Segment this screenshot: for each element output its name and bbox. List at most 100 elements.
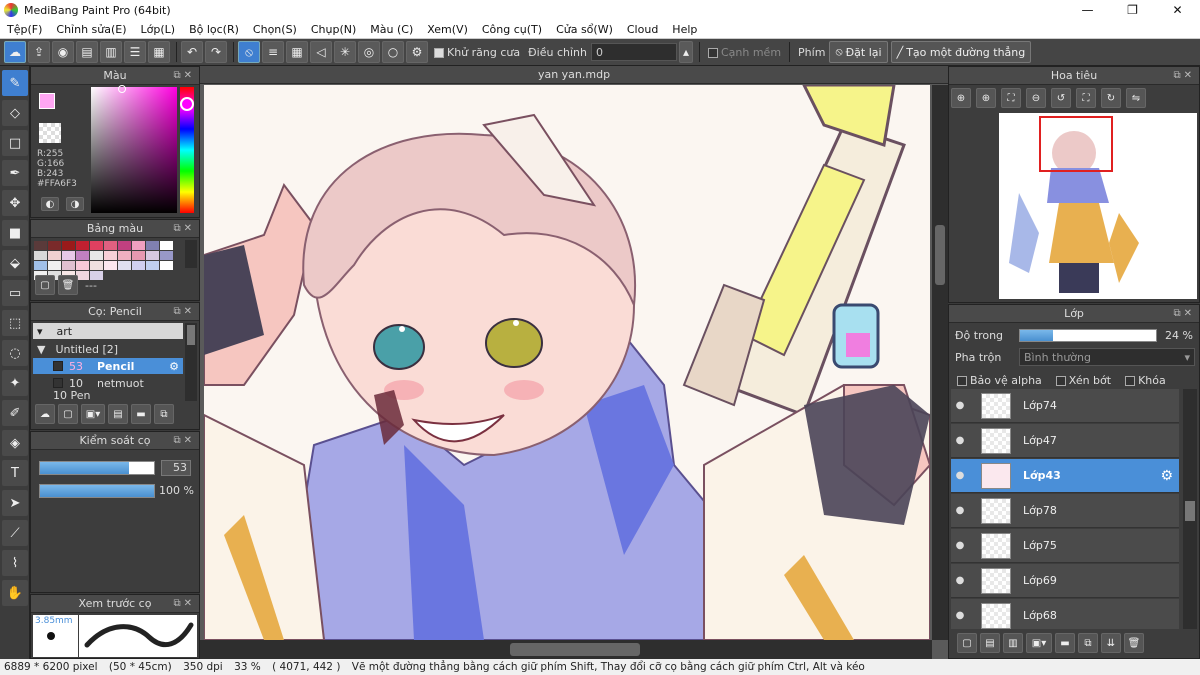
layer-row[interactable]: ● Lớp68 bbox=[951, 599, 1179, 629]
add-layer-menu-icon[interactable]: ▣▾ bbox=[1026, 633, 1052, 653]
grid-snap-icon[interactable]: ▦ bbox=[286, 41, 308, 63]
circle-snap-icon[interactable]: ◎ bbox=[358, 41, 380, 63]
foreground-color-swatch[interactable] bbox=[39, 93, 55, 109]
clip-checkbox[interactable] bbox=[1055, 376, 1066, 386]
panel-popout-icon[interactable]: ⧉✕ bbox=[173, 432, 195, 450]
palette-swatch[interactable] bbox=[118, 251, 131, 260]
operation-tool-icon[interactable]: ➤ bbox=[2, 490, 28, 516]
menu-help[interactable]: Help bbox=[665, 23, 704, 36]
cloud-icon[interactable]: ☁ bbox=[4, 41, 26, 63]
brush-group-untitled[interactable]: ▼ Untitled [2] bbox=[33, 341, 183, 357]
move-tool-icon[interactable]: ✥ bbox=[2, 190, 28, 216]
panel-popout-icon[interactable]: ⧉✕ bbox=[173, 303, 195, 321]
close-button[interactable]: ✕ bbox=[1155, 0, 1200, 20]
brush-item-netmuot[interactable]: 10 netmuot bbox=[33, 375, 183, 391]
new-palette-icon[interactable]: ▢ bbox=[35, 275, 55, 295]
palette-swatch[interactable] bbox=[90, 261, 103, 270]
layer-opacity-slider[interactable] bbox=[1019, 329, 1157, 342]
fit-window-icon[interactable]: ⛶ bbox=[1076, 88, 1096, 108]
palette-swatch[interactable] bbox=[62, 241, 75, 250]
hand-tool-icon[interactable]: ✋ bbox=[2, 580, 28, 606]
palette-swatch[interactable] bbox=[76, 241, 89, 250]
menu-color[interactable]: Màu (C) bbox=[363, 23, 420, 36]
duplicate-layer-icon[interactable]: ⧉ bbox=[1078, 633, 1098, 653]
menu-view[interactable]: Xem(V) bbox=[420, 23, 475, 36]
palette-swatch[interactable] bbox=[76, 251, 89, 260]
zoom-in-icon[interactable]: ⊕ bbox=[976, 88, 996, 108]
zoom-out-icon[interactable]: ⊖ bbox=[1026, 88, 1046, 108]
visibility-icon[interactable]: ● bbox=[951, 610, 969, 621]
protect-alpha-checkbox[interactable] bbox=[957, 376, 967, 386]
snap-off-icon[interactable]: ⦸ bbox=[238, 41, 260, 63]
menu-layer[interactable]: Lớp(L) bbox=[134, 23, 183, 36]
brush-group-art[interactable]: ▾ art bbox=[33, 323, 183, 339]
canvas-horizontal-scrollbar[interactable] bbox=[200, 640, 932, 659]
color-add-icon[interactable]: ◑ bbox=[66, 197, 84, 211]
palette-swatch[interactable] bbox=[146, 241, 159, 250]
layer-row[interactable]: ● Lớp78 bbox=[951, 494, 1179, 528]
palette-swatch[interactable] bbox=[90, 251, 103, 260]
grid-icon[interactable]: ▦ bbox=[148, 41, 170, 63]
select-eraser-tool-icon[interactable]: ◈ bbox=[2, 430, 28, 456]
select-pen-tool-icon[interactable]: ✐ bbox=[2, 400, 28, 426]
size-slider[interactable] bbox=[39, 461, 155, 475]
gear-icon[interactable]: ⚙ bbox=[169, 360, 179, 373]
palette-swatch[interactable] bbox=[62, 251, 75, 260]
dot-tool-icon[interactable]: □ bbox=[2, 130, 28, 156]
folder-icon[interactable]: ▬ bbox=[1055, 633, 1075, 653]
delete-palette-icon[interactable]: 🗑 bbox=[58, 275, 78, 295]
brush-item-partial[interactable]: 10 Pen bbox=[33, 391, 183, 399]
palette-swatch[interactable] bbox=[76, 261, 89, 270]
opacity-slider[interactable] bbox=[39, 484, 155, 498]
new-layer-icon[interactable]: ▢ bbox=[957, 633, 977, 653]
palette-swatch[interactable] bbox=[62, 261, 75, 270]
visibility-icon[interactable]: ● bbox=[951, 400, 969, 411]
brush-item-pencil[interactable]: 53 Pencil ⚙ bbox=[33, 358, 183, 374]
gear-icon[interactable]: ⚙ bbox=[1160, 468, 1173, 484]
cloud-brush-icon[interactable]: ☁ bbox=[35, 404, 55, 424]
spin-up-icon[interactable]: ▴ bbox=[678, 41, 693, 63]
visibility-icon[interactable]: ● bbox=[951, 575, 969, 586]
palette-swatch[interactable] bbox=[34, 261, 47, 270]
palette-swatch[interactable] bbox=[48, 261, 61, 270]
palette-swatch[interactable] bbox=[48, 251, 61, 260]
panel-popout-icon[interactable]: ⧉✕ bbox=[1173, 67, 1195, 85]
delete-layer-icon[interactable]: 🗑 bbox=[1124, 633, 1144, 653]
layer-scrollbar[interactable] bbox=[1183, 389, 1197, 629]
visibility-icon[interactable]: ● bbox=[951, 540, 969, 551]
lock-checkbox[interactable] bbox=[1125, 376, 1136, 386]
blend-mode-select[interactable]: Bình thường ▾ bbox=[1019, 348, 1195, 366]
palette-swatch[interactable] bbox=[118, 241, 131, 250]
soften-checkbox[interactable] bbox=[707, 47, 718, 58]
menu-file[interactable]: Tệp(F) bbox=[0, 23, 49, 36]
new-halftone-layer-icon[interactable]: ▤ bbox=[980, 633, 1000, 653]
visibility-icon[interactable]: ● bbox=[951, 470, 969, 481]
canvas-vertical-scrollbar[interactable] bbox=[932, 85, 948, 640]
menu-select[interactable]: Chọn(S) bbox=[246, 23, 304, 36]
radial-snap-icon[interactable]: ✳ bbox=[334, 41, 356, 63]
palette-swatch[interactable] bbox=[160, 251, 173, 260]
color-picker-cursor[interactable] bbox=[118, 85, 126, 93]
divide-tool-icon[interactable]: ⟋ bbox=[2, 520, 28, 546]
maximize-button[interactable]: ❐ bbox=[1110, 0, 1155, 20]
artwork-canvas[interactable] bbox=[204, 85, 930, 640]
layer-row[interactable]: ● Lớp74 bbox=[951, 389, 1179, 423]
menu-cloud[interactable]: Cloud bbox=[620, 23, 665, 36]
brush-scrollbar[interactable] bbox=[185, 323, 197, 401]
palette-swatch[interactable] bbox=[132, 251, 145, 260]
layer-row[interactable]: ● Lớp69 bbox=[951, 564, 1179, 598]
select-rect-tool-icon[interactable]: ⬚ bbox=[2, 310, 28, 336]
color-wheel-icon[interactable]: ◐ bbox=[41, 197, 59, 211]
shape-tool-icon[interactable]: ■ bbox=[2, 220, 28, 246]
eraser-tool-icon[interactable]: ◇ bbox=[2, 100, 28, 126]
menu-edit[interactable]: Chỉnh sửa(E) bbox=[49, 23, 133, 36]
palette-swatch[interactable] bbox=[104, 261, 117, 270]
menu-filter[interactable]: Bộ lọc(R) bbox=[182, 23, 246, 36]
visibility-icon[interactable]: ● bbox=[951, 505, 969, 516]
rotate-right-icon[interactable]: ↻ bbox=[1101, 88, 1121, 108]
pen-tool-icon[interactable]: ✒ bbox=[2, 160, 28, 186]
menu-window[interactable]: Cửa sổ(W) bbox=[549, 23, 620, 36]
bucket-tool-icon[interactable]: ⬙ bbox=[2, 250, 28, 276]
palette-swatch[interactable] bbox=[146, 261, 159, 270]
layer-row[interactable]: ● Lớp47 bbox=[951, 424, 1179, 458]
